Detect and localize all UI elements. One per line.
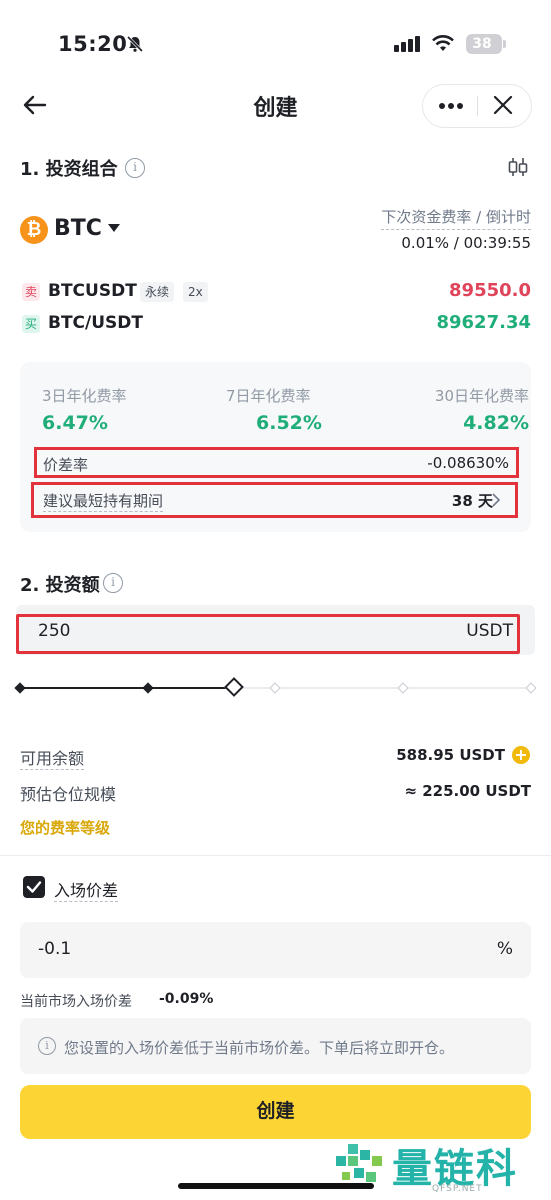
rate-30d-label: 30日年化费率 <box>434 387 529 405</box>
position-value: ≈ 225.00 USDT <box>404 782 531 800</box>
perpetual-tag: 永续 <box>140 282 175 302</box>
entry-spread-input[interactable] <box>20 922 531 978</box>
slider-step-75[interactable] <box>397 682 409 694</box>
leverage-tag: 2x <box>183 282 208 302</box>
wifi-icon <box>432 35 454 51</box>
home-indicator <box>178 1183 374 1189</box>
info-icon[interactable]: i <box>103 573 123 593</box>
sell-badge: 卖 <box>22 283 40 301</box>
slider-step-0[interactable] <box>14 682 26 694</box>
rate-7d-label: 7日年化费率 <box>226 387 311 405</box>
slider-step-25[interactable] <box>142 682 154 694</box>
rate-3d-label: 3日年化费率 <box>42 387 127 405</box>
status-time: 15:20 <box>58 32 128 56</box>
spread-value: -0.08630% <box>427 454 509 472</box>
sell-price: 89550.0 <box>449 280 531 301</box>
entry-spread-label[interactable]: 入场价差 <box>54 877 119 902</box>
available-value: 588.95 USDT <box>396 746 505 764</box>
rate-7d-value: 6.52% <box>256 412 322 434</box>
chevron-right-icon[interactable] <box>491 493 501 507</box>
btc-coin-icon: ₿ <box>20 216 48 244</box>
funding-rate-label[interactable]: 下次资金费率 / 倒计时 <box>381 206 531 230</box>
holding-label[interactable]: 建议最短持有期间 <box>43 490 164 512</box>
bell-muted-icon <box>126 35 144 53</box>
slider-track-filled <box>20 687 235 689</box>
amount-highlight-box <box>16 614 520 654</box>
info-icon[interactable]: i <box>125 158 145 178</box>
create-button[interactable]: 创建 <box>20 1085 531 1139</box>
spread-label: 价差率 <box>43 456 89 474</box>
signal-icon <box>394 36 420 52</box>
buy-badge: 买 <box>22 315 40 333</box>
divider <box>0 855 551 856</box>
more-icon[interactable] <box>438 102 464 110</box>
entry-spread-checkbox[interactable] <box>23 876 45 898</box>
close-icon[interactable] <box>492 94 514 116</box>
entry-spread-unit: % <box>496 939 513 959</box>
amount-unit: USDT <box>466 621 513 641</box>
holding-value[interactable]: 38 天 <box>452 490 493 511</box>
battery-level: 38 <box>472 36 492 52</box>
battery-indicator: 38 <box>466 34 506 54</box>
market-spread-label: 当前市场入场价差 <box>20 994 132 1010</box>
market-spread-value: -0.09% <box>159 991 214 1007</box>
checkmark-icon <box>26 881 42 893</box>
info-icon: i <box>38 1037 56 1055</box>
section-amount-title: 2. 投资额 <box>20 575 100 596</box>
buy-price: 89627.34 <box>436 312 531 333</box>
entry-spread-value[interactable]: -0.1 <box>38 939 71 959</box>
slider-thumb[interactable] <box>224 677 244 697</box>
add-funds-icon[interactable]: + <box>512 746 530 764</box>
available-label[interactable]: 可用余额 <box>20 745 85 770</box>
notice-text: 您设置的入场价差低于当前市场价差。下单后将立即开仓。 <box>64 1039 455 1057</box>
rate-30d-value: 4.82% <box>463 412 529 434</box>
position-label: 预估仓位规模 <box>20 785 117 804</box>
asset-selector[interactable]: BTC <box>54 216 102 241</box>
watermark-subtext: QFSP.NET <box>432 1184 483 1194</box>
sell-pair: BTCUSDT <box>48 281 137 301</box>
slider-step-50[interactable] <box>269 682 281 694</box>
fee-tier-link[interactable]: 您的费率等级 <box>20 817 110 838</box>
slider-step-100[interactable] <box>525 682 537 694</box>
candlestick-icon[interactable] <box>506 155 530 179</box>
funding-rate-value: 0.01% / 00:39:55 <box>401 234 531 252</box>
section-portfolio-title: 1. 投资组合 <box>20 159 118 180</box>
rate-3d-value: 6.47% <box>42 412 108 434</box>
amount-value[interactable]: 250 <box>38 621 70 641</box>
caret-down-icon[interactable] <box>108 224 120 232</box>
buy-pair: BTC/USDT <box>48 313 143 333</box>
